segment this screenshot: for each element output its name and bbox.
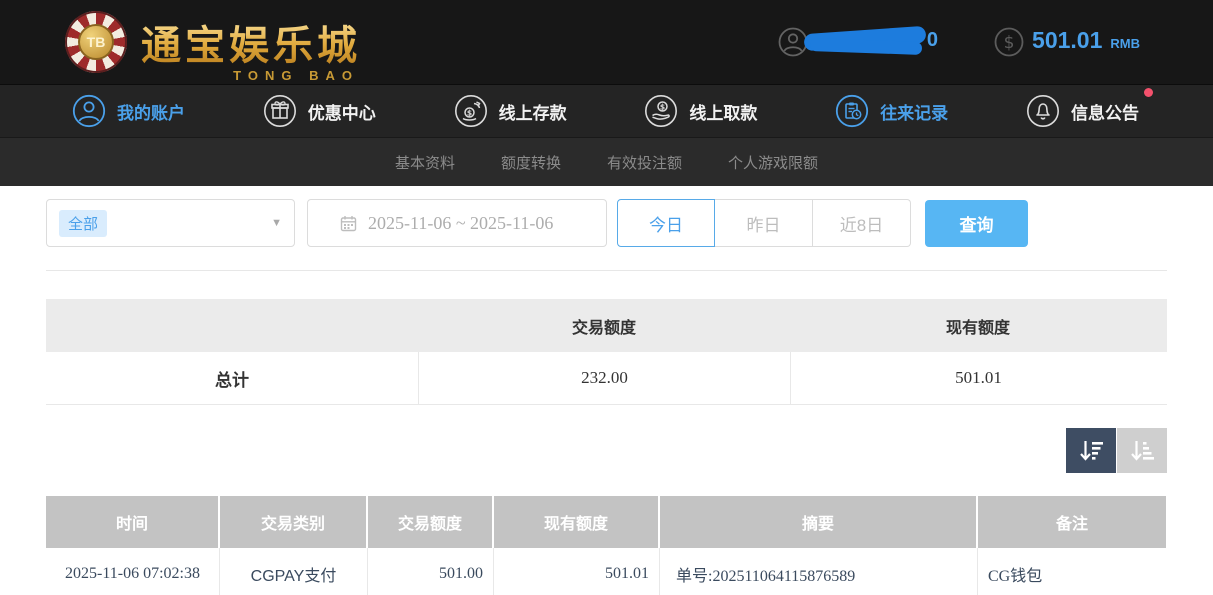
summary-total-label: 总计 [46, 352, 418, 404]
nav-item-promotions[interactable]: 优惠中心 [263, 94, 376, 128]
search-button[interactable]: 查询 [925, 200, 1028, 247]
withdraw-icon: $ [644, 94, 678, 128]
selected-type-tag: 全部 [59, 210, 107, 237]
nav-label: 线上取款 [689, 99, 757, 124]
gift-icon [263, 94, 297, 128]
nav-item-transaction-records[interactable]: 往来记录 [835, 94, 948, 128]
sub-nav: 基本资料 额度转换 有效投注额 个人游戏限额 [0, 137, 1213, 186]
main-content: 全部 ▼ 2025-11-06 ~ 2025-11-06 今日 昨日 近8日 查… [0, 199, 1213, 595]
sort-controls [46, 428, 1167, 473]
user-account[interactable]: 0 [778, 27, 938, 57]
brand-logo[interactable]: TB 通宝娱乐城 TONG BAO [65, 11, 361, 73]
calendar-icon [340, 215, 357, 232]
quick-date-button-group: 今日 昨日 近8日 [617, 199, 911, 247]
nav-label: 信息公告 [1071, 99, 1139, 124]
col-header-balance: 现有额度 [494, 496, 658, 548]
cell-type: CGPAY支付 [220, 548, 368, 595]
brand-text: 通宝娱乐城 TONG BAO [141, 13, 361, 71]
poker-chip-logo-icon: TB [65, 11, 127, 73]
cell-amount: 501.00 [368, 548, 494, 595]
date-range-input[interactable]: 2025-11-06 ~ 2025-11-06 [307, 199, 607, 247]
deposit-icon: $ [454, 94, 488, 128]
nav-item-deposit[interactable]: $ 线上存款 [454, 94, 567, 128]
last-8-days-button[interactable]: 近8日 [813, 199, 911, 247]
records-header-row: 时间 交易类别 交易额度 现有额度 摘要 备注 [46, 496, 1167, 548]
records-table: 时间 交易类别 交易额度 现有额度 摘要 备注 2025-11-06 07:02… [46, 496, 1167, 595]
brand-name-en: TONG BAO [233, 68, 359, 83]
cell-note: CG钱包 [978, 548, 1166, 595]
subnav-item-valid-bets[interactable]: 有效投注额 [607, 152, 682, 173]
filter-row: 全部 ▼ 2025-11-06 ~ 2025-11-06 今日 昨日 近8日 查… [46, 199, 1167, 247]
subnav-item-personal-game-limit[interactable]: 个人游戏限额 [728, 152, 818, 173]
summary-header-transaction-amount: 交易额度 [418, 299, 790, 352]
svg-text:$: $ [1004, 33, 1015, 53]
bell-icon [1026, 94, 1060, 128]
cell-summary: 单号:202511064115876589 [660, 548, 978, 595]
sort-ascending-icon [1129, 437, 1156, 464]
chevron-down-icon: ▼ [271, 217, 282, 229]
yesterday-button[interactable]: 昨日 [715, 199, 813, 247]
cell-time: 2025-11-06 07:02:38 [46, 548, 220, 595]
nav-item-announcements[interactable]: 信息公告 [1026, 94, 1139, 128]
col-header-time: 时间 [46, 496, 218, 548]
summary-current-amount: 501.01 [790, 352, 1166, 404]
nav-item-withdraw[interactable]: $ 线上取款 [644, 94, 757, 128]
transaction-type-select[interactable]: 全部 ▼ [46, 199, 295, 247]
top-header: TB 通宝娱乐城 TONG BAO 0 $ 501.01 [0, 0, 1213, 84]
summary-header-row: 交易额度 现有额度 [46, 299, 1167, 352]
balance-display[interactable]: $ 501.01 RMB [994, 27, 1140, 57]
summary-transaction-amount: 232.00 [418, 352, 790, 404]
nav-item-my-account[interactable]: 我的账户 [72, 94, 185, 128]
username-redaction-2 [810, 38, 922, 55]
date-range-value: 2025-11-06 ~ 2025-11-06 [368, 213, 553, 234]
nav-label: 我的账户 [117, 99, 185, 124]
balance-amount: 501.01 [1032, 27, 1102, 54]
col-header-amount: 交易额度 [368, 496, 492, 548]
summary-table: 交易额度 现有额度 总计 232.00 501.01 [46, 299, 1167, 405]
svg-text:$: $ [466, 109, 471, 118]
username-area: 0 [816, 27, 938, 57]
main-nav: 我的账户 优惠中心 $ 线上存款 $ 线上取款 [0, 84, 1213, 137]
sort-descending-button[interactable] [1066, 428, 1116, 473]
chip-monogram: TB [78, 24, 114, 60]
subnav-item-credit-transfer[interactable]: 额度转换 [501, 152, 561, 173]
sort-ascending-button[interactable] [1117, 428, 1167, 473]
svg-text:$: $ [660, 103, 665, 112]
user-icon [72, 94, 106, 128]
sort-descending-icon [1078, 437, 1105, 464]
records-icon [835, 94, 869, 128]
col-header-summary: 摘要 [660, 496, 976, 548]
nav-label: 往来记录 [880, 99, 948, 124]
col-header-note: 备注 [978, 496, 1166, 548]
today-button[interactable]: 今日 [617, 199, 715, 247]
nav-label: 线上存款 [499, 99, 567, 124]
notification-badge-dot [1144, 88, 1153, 97]
summary-total-row: 总计 232.00 501.01 [46, 352, 1167, 405]
nav-label: 优惠中心 [308, 99, 376, 124]
cell-balance: 501.01 [494, 548, 660, 595]
username-visible-char: 0 [927, 29, 938, 52]
subnav-item-basic-info[interactable]: 基本资料 [395, 152, 455, 173]
summary-header-current-amount: 现有额度 [790, 299, 1166, 352]
table-row: 2025-11-06 07:02:38 CGPAY支付 501.00 501.0… [46, 548, 1167, 595]
brand-name-cn: 通宝娱乐城 [141, 13, 361, 71]
col-header-type: 交易类别 [220, 496, 366, 548]
dollar-circle-icon: $ [994, 27, 1024, 57]
header-right: 0 $ 501.01 RMB [778, 27, 1140, 57]
section-divider [46, 270, 1167, 271]
balance-currency: RMB [1110, 36, 1140, 51]
summary-header-empty [46, 299, 418, 352]
